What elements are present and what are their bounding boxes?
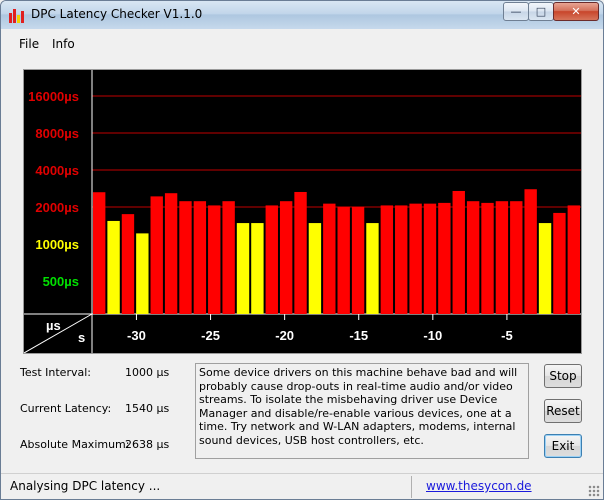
reset-button[interactable]: Reset: [544, 399, 582, 423]
latency-bar: [136, 233, 149, 314]
latency-bar: [179, 201, 192, 314]
latency-bar: [193, 201, 207, 314]
x-tick-label: -25: [201, 328, 220, 343]
test-interval-value: 1000 µs: [125, 366, 170, 379]
test-interval-label: Test Interval:: [20, 366, 91, 379]
maximize-button[interactable]: □: [528, 2, 554, 21]
latency-bar: [395, 205, 408, 314]
exit-button[interactable]: Exit: [544, 434, 582, 458]
y-tick-label: 500µs: [43, 274, 79, 289]
latency-bar: [164, 193, 178, 314]
latency-bar: [236, 223, 250, 314]
latency-bar: [208, 205, 221, 314]
latency-graph: 16000µs 8000µs 4000µs 2000µs 1000µs 500µs µs s -…: [23, 69, 582, 354]
latency-bar: [222, 201, 235, 314]
latency-bar: [510, 201, 523, 314]
latency-bar: [150, 196, 163, 314]
latency-bar: [409, 203, 422, 314]
y-tick-label: 8000µs: [35, 126, 79, 141]
y-unit-label: µs: [46, 318, 61, 333]
latency-bar: [323, 203, 336, 314]
current-latency-label: Current Latency:: [20, 402, 112, 415]
latency-bar: [495, 201, 509, 314]
status-separator: [411, 476, 412, 498]
latency-bar: [524, 189, 537, 314]
latency-bar: [265, 205, 278, 314]
x-tick-label: -15: [349, 328, 368, 343]
latency-bar: [481, 202, 494, 314]
x-tick-label: -20: [275, 328, 294, 343]
latency-bar: [107, 220, 120, 314]
latency-bar: [423, 203, 437, 314]
y-tick-label: 4000µs: [35, 163, 79, 178]
minimize-button[interactable]: —: [503, 2, 529, 21]
current-latency-value: 1540 µs: [125, 402, 170, 415]
latency-bar: [438, 202, 451, 314]
resize-grip-icon[interactable]: [588, 485, 600, 497]
latency-bar: [251, 223, 264, 314]
y-tick-label: 2000µs: [35, 200, 79, 215]
app-window: DPC Latency Checker V1.1.0 — □ ✕ File In…: [0, 0, 604, 500]
menu-bar: File Info: [1, 29, 603, 57]
latency-bar: [308, 223, 322, 314]
y-tick-label: 1000µs: [35, 237, 79, 252]
website-link[interactable]: www.thesycon.de: [426, 479, 532, 493]
latency-bar: [366, 223, 379, 314]
latency-bar: [351, 206, 365, 314]
latency-bar: [452, 190, 465, 314]
latency-bar: [380, 205, 394, 314]
app-icon: [9, 7, 25, 23]
absolute-maximum-label: Absolute Maximum:: [20, 438, 130, 451]
menu-file[interactable]: File: [19, 37, 39, 51]
x-tick-label: -10: [423, 328, 442, 343]
close-button[interactable]: ✕: [553, 2, 599, 21]
x-tick-label: -30: [127, 328, 146, 343]
latency-bar: [567, 205, 580, 314]
y-tick-label: 16000µs: [28, 89, 79, 104]
window-title: DPC Latency Checker V1.1.0: [31, 7, 203, 21]
latency-bar: [538, 223, 552, 314]
latency-chart: 16000µs 8000µs 4000µs 2000µs 1000µs 500µs µs s -…: [24, 70, 581, 353]
status-bar: Analysing DPC latency ... www.thesycon.d…: [1, 473, 603, 499]
status-text: Analysing DPC latency ...: [10, 479, 161, 493]
latency-bar: [337, 206, 350, 314]
x-tick-label: -5: [501, 328, 513, 343]
latency-bar: [121, 214, 135, 314]
latency-bar: [466, 201, 480, 314]
absolute-maximum-value: 2638 µs: [125, 438, 170, 451]
latency-bar: [294, 191, 307, 314]
driver-message: Some device drivers on this machine beha…: [195, 363, 529, 459]
menu-info[interactable]: Info: [52, 37, 75, 51]
title-bar[interactable]: DPC Latency Checker V1.1.0 — □ ✕: [1, 1, 603, 29]
stop-button[interactable]: Stop: [544, 364, 582, 388]
latency-bar: [93, 192, 106, 314]
latency-bar: [279, 201, 293, 314]
latency-bar: [553, 212, 566, 314]
x-unit-label: s: [78, 330, 85, 345]
